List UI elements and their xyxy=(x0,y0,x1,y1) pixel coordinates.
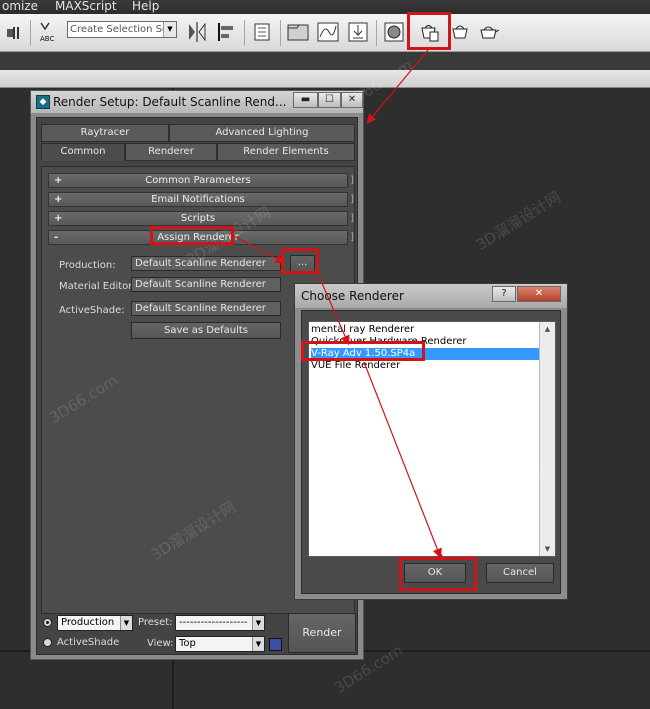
command-strip xyxy=(0,70,650,88)
material-editor-icon[interactable] xyxy=(381,19,407,45)
list-scrollbar[interactable]: ▲ ▼ xyxy=(539,322,555,556)
help-button[interactable]: ? xyxy=(492,286,516,302)
chevron-down-icon: ▼ xyxy=(120,616,132,630)
curve-editor-icon[interactable] xyxy=(315,19,341,45)
rollout-email-notifications[interactable]: + Email Notifications ] xyxy=(48,192,354,207)
expand-icon: + xyxy=(54,175,63,186)
minimize-button[interactable]: ▬ xyxy=(293,92,318,108)
render-setup-title: Render Setup: Default Scanline Rend... xyxy=(53,95,287,109)
tab-renderer[interactable]: Renderer xyxy=(125,143,217,161)
main-toolbar: ABC Create Selection Se ▼ xyxy=(0,12,650,52)
tab-raytracer[interactable]: Raytracer xyxy=(41,124,169,142)
mirror-icon[interactable] xyxy=(184,19,210,45)
render-production-icon[interactable] xyxy=(476,19,502,45)
activeshade-radio-label: ActiveShade xyxy=(57,637,120,648)
choose-renderer-dialog: Choose Renderer ? ✕ mental ray Renderer … xyxy=(294,283,568,600)
ribbon-strip xyxy=(0,52,650,70)
align-icon[interactable] xyxy=(214,19,240,45)
cancel-button[interactable]: Cancel xyxy=(486,563,554,583)
selection-set-value: Create Selection Se xyxy=(70,24,169,35)
tab-render-elements[interactable]: Render Elements xyxy=(217,143,355,161)
tab-advanced-lighting[interactable]: Advanced Lighting xyxy=(169,124,355,142)
list-item-vue-file[interactable]: VUE File Renderer xyxy=(311,360,539,372)
material-editor-renderer-field: Default Scanline Renderer xyxy=(131,277,281,292)
help-icon: ? xyxy=(501,288,507,299)
list-item-mental-ray[interactable]: mental ray Renderer xyxy=(311,324,539,336)
watermark: 3D溜溜设计网 xyxy=(472,187,564,255)
ok-button-highlight xyxy=(399,557,477,591)
render-mode-dropdown[interactable]: Production ▼ xyxy=(57,615,133,631)
assign-renderer-highlight xyxy=(150,226,234,245)
activeshade-renderer-field: Default Scanline Renderer xyxy=(131,301,281,316)
preset-dropdown[interactable]: ------------------- ▼ xyxy=(175,615,265,631)
chevron-down-icon: ▼ xyxy=(252,616,264,630)
collapse-icon: - xyxy=(54,232,59,243)
render-bottom-bar: Production ▼ ActiveShade Preset: -------… xyxy=(41,613,356,653)
activeshade-radio[interactable] xyxy=(43,638,52,647)
browse-button-highlight xyxy=(281,248,319,274)
menu-help[interactable]: Help xyxy=(132,0,159,13)
activeshade-label: ActiveShade: xyxy=(59,305,125,316)
spell-check-icon[interactable]: ABC xyxy=(36,19,62,45)
snap-toggle-icon[interactable] xyxy=(2,19,28,45)
scene-explorer-icon[interactable] xyxy=(285,19,311,45)
render-setup-highlight xyxy=(407,12,451,50)
close-icon: ✕ xyxy=(534,288,544,299)
choose-renderer-title: Choose Renderer xyxy=(301,289,404,303)
material-editor-label: Material Editor: xyxy=(59,281,136,292)
rollout-label: Scripts xyxy=(180,213,216,224)
lock-view-icon[interactable] xyxy=(269,638,282,651)
save-as-defaults-button[interactable]: Save as Defaults xyxy=(131,322,281,339)
rollout-common-parameters[interactable]: + Common Parameters ] xyxy=(48,173,354,188)
dialog-close-button[interactable]: ✕ xyxy=(517,286,561,302)
view-value: Top xyxy=(179,638,196,649)
maximize-icon: ☐ xyxy=(325,94,334,105)
app-logo-icon: ◆ xyxy=(36,95,50,109)
schematic-view-icon[interactable] xyxy=(345,19,371,45)
chevron-down-icon: ▼ xyxy=(252,637,264,651)
preset-label: Preset: xyxy=(138,617,173,628)
rollout-scripts[interactable]: + Scripts ] xyxy=(48,211,354,226)
expand-icon: + xyxy=(54,213,63,224)
maximize-button[interactable]: ☐ xyxy=(318,92,341,108)
rollout-label: Common Parameters xyxy=(145,175,251,186)
view-dropdown[interactable]: Top ▼ xyxy=(175,636,265,652)
menu-bar: omize MAXScript Help xyxy=(0,0,650,14)
production-label: Production: xyxy=(59,260,116,271)
view-label: View: xyxy=(147,638,174,649)
scroll-down-icon[interactable]: ▼ xyxy=(540,542,555,556)
rollout-label: Email Notifications xyxy=(151,194,245,205)
menu-maxscript[interactable]: MAXScript xyxy=(55,0,117,13)
render-mode-value: Production xyxy=(61,617,115,628)
render-button[interactable]: Render xyxy=(288,613,356,653)
preset-value: ------------------- xyxy=(179,617,248,628)
svg-text:ABC: ABC xyxy=(40,35,54,43)
expand-icon: + xyxy=(54,194,63,205)
selection-set-dropdown[interactable]: Create Selection Se ▼ xyxy=(67,21,177,38)
minimize-icon: ▬ xyxy=(300,94,311,105)
tab-common[interactable]: Common xyxy=(41,143,125,161)
menu-customize[interactable]: omize xyxy=(2,0,38,13)
production-radio[interactable] xyxy=(43,618,52,627)
chevron-down-icon: ▼ xyxy=(163,22,176,37)
scroll-up-icon[interactable]: ▲ xyxy=(540,322,555,336)
vray-item-highlight xyxy=(301,341,425,361)
layer-manager-icon[interactable] xyxy=(250,19,276,45)
